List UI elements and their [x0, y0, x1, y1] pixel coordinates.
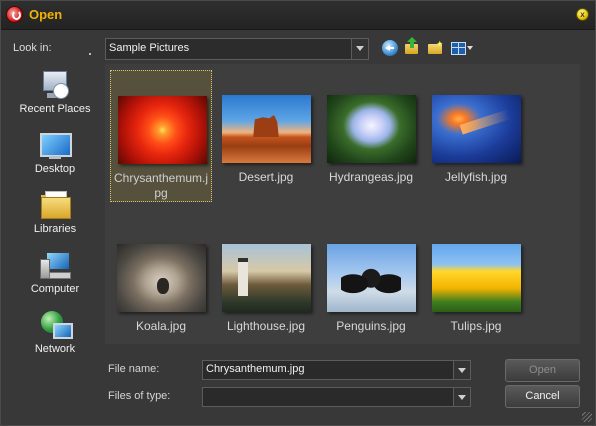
- look-in-label: Look in:: [13, 42, 52, 54]
- place-label: Network: [34, 343, 76, 355]
- file-thumbnail: [118, 96, 207, 164]
- file-item-desert[interactable]: Desert.jpg: [215, 70, 317, 202]
- look-in-separator: [89, 53, 91, 55]
- chevron-down-icon[interactable]: [453, 361, 470, 379]
- computer-icon: [39, 249, 71, 281]
- place-recent-places[interactable]: Recent Places: [9, 67, 101, 123]
- file-thumbnail: [327, 244, 416, 312]
- file-name: Tulips.jpg: [450, 319, 502, 333]
- window-title: Open: [29, 7, 63, 22]
- open-button[interactable]: Open: [505, 359, 580, 382]
- file-name: Hydrangeas.jpg: [328, 170, 414, 184]
- file-list[interactable]: Chrysanthemum.j pg Desert.jpg Hydrangeas…: [105, 64, 580, 344]
- file-item-tulips[interactable]: Tulips.jpg: [425, 219, 527, 351]
- up-folder-icon[interactable]: [404, 37, 420, 56]
- file-item-jellyfish[interactable]: Jellyfish.jpg: [425, 70, 527, 202]
- file-name: Lighthouse.jpg: [226, 319, 306, 333]
- look-in-value: Sample Pictures: [109, 42, 190, 54]
- open-dialog: Open x Look in: Sample Pictures ✦ Recent…: [0, 0, 596, 426]
- chevron-down-icon[interactable]: [453, 388, 470, 406]
- place-label: Desktop: [34, 163, 76, 175]
- back-icon[interactable]: [382, 40, 398, 56]
- files-of-type-dropdown[interactable]: [202, 387, 471, 407]
- file-thumbnail: [117, 244, 206, 312]
- place-computer[interactable]: Computer: [9, 247, 101, 303]
- close-icon: x: [580, 10, 585, 19]
- file-name: Jellyfish.jpg: [444, 170, 508, 184]
- file-item-chrysanthemum[interactable]: Chrysanthemum.j pg: [110, 70, 212, 202]
- file-thumbnail: [432, 244, 521, 312]
- file-item-koala[interactable]: Koala.jpg: [110, 219, 212, 351]
- place-label: Libraries: [33, 223, 77, 235]
- look-in-dropdown[interactable]: Sample Pictures: [105, 38, 369, 60]
- file-item-hydrangeas[interactable]: Hydrangeas.jpg: [320, 70, 422, 202]
- file-thumbnail: [222, 244, 311, 312]
- close-button[interactable]: x: [577, 9, 588, 20]
- file-thumbnail: [432, 95, 521, 163]
- file-thumbnail: [222, 95, 311, 163]
- libraries-icon: [39, 189, 71, 221]
- network-icon: [39, 309, 73, 341]
- place-network[interactable]: Network: [9, 307, 101, 363]
- place-label: Recent Places: [19, 103, 91, 115]
- cancel-button[interactable]: Cancel: [505, 385, 580, 408]
- file-item-penguins[interactable]: Penguins.jpg: [320, 219, 422, 351]
- file-thumbnail: [327, 95, 416, 163]
- recent-places-icon: [39, 69, 71, 101]
- file-name: Desert.jpg: [238, 170, 294, 184]
- place-libraries[interactable]: Libraries: [9, 187, 101, 243]
- file-name-value: Chrysanthemum.jpg: [206, 363, 305, 375]
- title-bar: Open x: [1, 1, 595, 30]
- views-menu-icon[interactable]: [451, 40, 473, 56]
- files-of-type-label: Files of type:: [108, 390, 171, 402]
- place-label: Computer: [30, 283, 80, 295]
- file-item-lighthouse[interactable]: Lighthouse.jpg: [215, 219, 317, 351]
- app-icon: [7, 7, 22, 22]
- chevron-down-icon[interactable]: [351, 39, 368, 59]
- file-name-label: File name:: [108, 363, 160, 375]
- file-name-field[interactable]: Chrysanthemum.jpg: [202, 360, 471, 380]
- desktop-icon: [39, 129, 72, 161]
- file-name: Penguins.jpg: [336, 319, 406, 333]
- file-name: Chrysanthemum.j pg: [113, 171, 209, 200]
- place-desktop[interactable]: Desktop: [9, 127, 101, 183]
- resize-grip-icon[interactable]: [582, 412, 592, 422]
- new-folder-icon[interactable]: ✦: [427, 39, 444, 56]
- file-name: Koala.jpg: [135, 319, 187, 333]
